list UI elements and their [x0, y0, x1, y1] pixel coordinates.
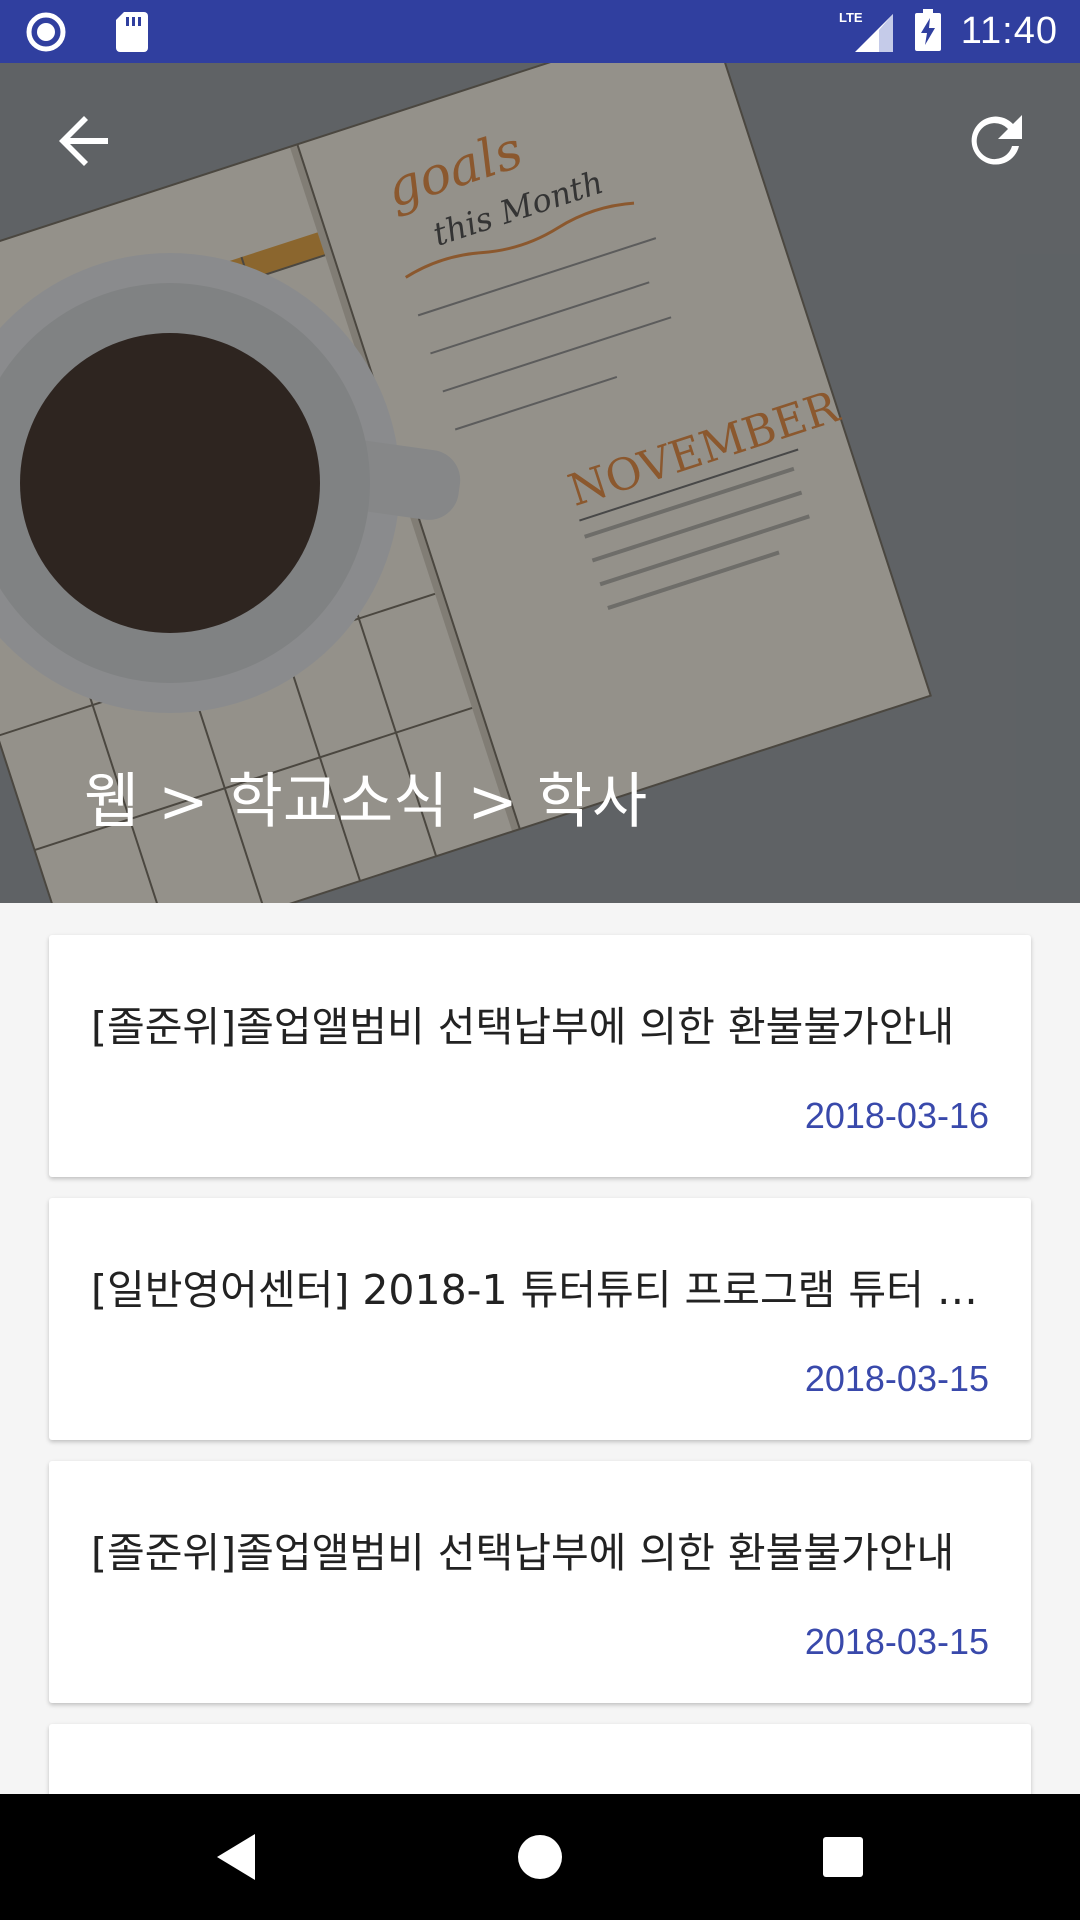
- battery-charging-icon: [914, 8, 941, 55]
- post-card-partial[interactable]: [49, 1724, 1031, 1794]
- status-bar: LTE 11:40: [0, 0, 1080, 63]
- refresh-button[interactable]: [960, 105, 1032, 177]
- nav-home-button[interactable]: [507, 1824, 573, 1890]
- arrow-back-icon: [59, 116, 108, 166]
- nav-recents-icon: [823, 1837, 863, 1877]
- header-banner: goals this Month NOVEMBER 웹 > 학교소식 > 학사: [0, 63, 1080, 903]
- breadcrumb: 웹 > 학교소식 > 학사: [84, 767, 648, 837]
- radio-icon: [26, 12, 66, 56]
- post-date: 2018-03-16: [804, 1095, 989, 1136]
- post-date: 2018-03-15: [804, 1621, 989, 1662]
- signal-icon: LTE: [839, 8, 895, 56]
- post-card[interactable]: [졸준위]졸업앨범비 선택납부에 의한 환불불가안내 2018-03-15: [49, 1461, 1031, 1703]
- post-title: [일반영어센터] 2018-1 튜터튜티 프로그램 튜터 인…: [91, 1266, 991, 1314]
- sd-card-icon: [116, 12, 148, 56]
- clock: 11:40: [960, 10, 1058, 52]
- svg-text:LTE: LTE: [839, 10, 863, 25]
- post-card[interactable]: [졸준위]졸업앨범비 선택납부에 의한 환불불가안내 2018-03-16: [49, 935, 1031, 1177]
- post-list[interactable]: [졸준위]졸업앨범비 선택납부에 의한 환불불가안내 2018-03-16 [일…: [0, 903, 1080, 1794]
- nav-back-button[interactable]: [207, 1824, 273, 1890]
- post-card[interactable]: [일반영어센터] 2018-1 튜터튜티 프로그램 튜터 인… 2018-03-…: [49, 1198, 1031, 1440]
- post-title: [졸준위]졸업앨범비 선택납부에 의한 환불불가안내: [91, 1529, 955, 1577]
- navigation-bar: [0, 1794, 1080, 1920]
- nav-home-icon: [518, 1835, 562, 1879]
- nav-back-icon: [217, 1834, 255, 1880]
- post-date: 2018-03-15: [804, 1358, 989, 1399]
- refresh-icon: [971, 115, 1022, 165]
- back-button[interactable]: [48, 105, 120, 177]
- nav-recents-button[interactable]: [810, 1824, 876, 1890]
- post-title: [졸준위]졸업앨범비 선택납부에 의한 환불불가안내: [91, 1003, 955, 1051]
